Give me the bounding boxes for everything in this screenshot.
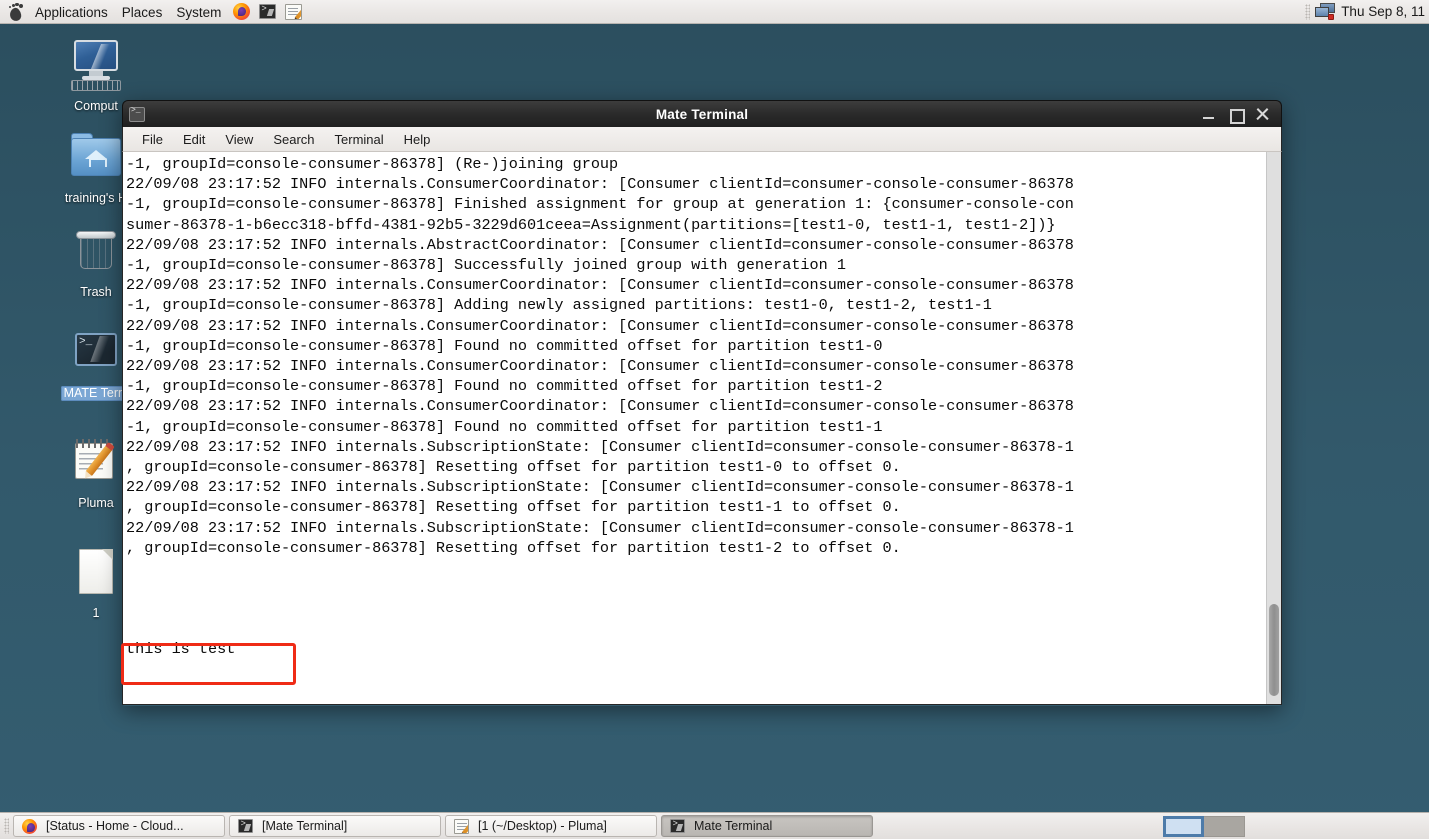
- top-panel-tray: Thu Sep 8, 11: [1305, 0, 1429, 23]
- terminal-icon: [238, 818, 255, 834]
- desktop-icon-label-pluma: Pluma: [78, 496, 114, 510]
- desktop-icon-label-computer: Comput: [74, 99, 118, 113]
- menu-applications[interactable]: Applications: [28, 1, 115, 23]
- computer-icon: [65, 38, 127, 96]
- window-titlebar[interactable]: Mate Terminal: [122, 100, 1282, 127]
- firefox-launcher-icon[interactable]: [230, 1, 252, 23]
- top-panel: Applications Places System Thu Sep 8, 11: [0, 0, 1429, 24]
- pluma-icon: [454, 818, 471, 834]
- home-folder-icon: [65, 130, 127, 188]
- terminal-icon: >_: [65, 325, 127, 383]
- workspace-1[interactable]: [1163, 815, 1204, 837]
- terminal-body[interactable]: -1, groupId=console-consumer-86378] (Re-…: [122, 152, 1282, 705]
- menu-system[interactable]: System: [169, 1, 228, 23]
- window-controls: [1202, 108, 1275, 124]
- scrollbar-thumb[interactable]: [1269, 604, 1279, 696]
- taskbar-label-mate-terminal-1: [Mate Terminal]: [262, 819, 348, 833]
- taskbar-label-pluma: [1 (~/Desktop) - Pluma]: [478, 819, 607, 833]
- taskbar-item-pluma[interactable]: [1 (~/Desktop) - Pluma]: [445, 815, 657, 837]
- desktop-icon-label-home: training's H: [64, 191, 128, 205]
- taskbar-label-firefox: [Status - Home - Cloud...: [46, 819, 184, 833]
- menu-terminal[interactable]: Terminal: [326, 130, 393, 149]
- menu-search[interactable]: Search: [264, 130, 323, 149]
- taskbar-item-firefox[interactable]: [Status - Home - Cloud...: [13, 815, 225, 837]
- bottom-panel-grip[interactable]: [4, 818, 9, 834]
- terminal-launcher-icon[interactable]: [256, 1, 278, 23]
- menu-help[interactable]: Help: [395, 130, 440, 149]
- clock[interactable]: Thu Sep 8, 11: [1341, 4, 1425, 19]
- taskbar-item-mate-terminal-2[interactable]: Mate Terminal: [661, 815, 873, 837]
- terminal-output[interactable]: -1, groupId=console-consumer-86378] (Re-…: [123, 152, 1266, 704]
- menu-edit[interactable]: Edit: [174, 130, 214, 149]
- maximize-icon[interactable]: [1229, 108, 1245, 124]
- pluma-icon: [65, 435, 127, 493]
- window-title: Mate Terminal: [655, 106, 749, 122]
- menu-view[interactable]: View: [216, 130, 262, 149]
- minimize-icon[interactable]: [1202, 108, 1215, 121]
- panel-grip-handle[interactable]: [1305, 3, 1311, 20]
- menu-places[interactable]: Places: [115, 1, 170, 23]
- desktop-icon-label-file-1: 1: [92, 606, 100, 620]
- terminal-window-icon: [129, 106, 145, 122]
- bottom-panel: [Status - Home - Cloud... [Mate Terminal…: [0, 812, 1429, 839]
- workspace-switcher[interactable]: [1163, 815, 1245, 837]
- firefox-icon: [22, 818, 39, 834]
- pluma-launcher-icon[interactable]: [282, 1, 304, 23]
- gnome-foot-icon[interactable]: [6, 2, 26, 22]
- network-monitor-icon[interactable]: [1315, 3, 1336, 20]
- taskbar-label-mate-terminal-2: Mate Terminal: [694, 819, 773, 833]
- workspace-2[interactable]: [1204, 815, 1245, 837]
- trash-icon: [65, 224, 127, 282]
- taskbar-item-mate-terminal-1[interactable]: [Mate Terminal]: [229, 815, 441, 837]
- terminal-menubar: File Edit View Search Terminal Help: [122, 127, 1282, 152]
- close-icon[interactable]: [1256, 108, 1269, 121]
- top-panel-left: Applications Places System: [0, 0, 306, 23]
- document-icon: [65, 545, 127, 603]
- menu-file[interactable]: File: [133, 130, 172, 149]
- desktop-icon-label-trash: Trash: [80, 285, 112, 299]
- terminal-scrollbar[interactable]: [1266, 152, 1281, 704]
- mate-terminal-window[interactable]: Mate Terminal File Edit View Search Term…: [122, 100, 1282, 706]
- terminal-icon: [670, 818, 687, 834]
- desktop-icon-label-mate-terminal: MATE Term: [60, 386, 132, 401]
